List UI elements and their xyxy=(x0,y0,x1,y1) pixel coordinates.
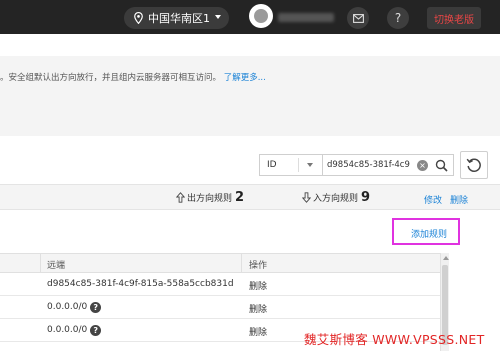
search-input[interactable] xyxy=(327,158,415,172)
table-row: d9854c85-381f-4c9f-815a-558a5ccb831d 删除 xyxy=(0,273,440,296)
region-selector[interactable]: 中国华南区1 xyxy=(124,7,229,29)
region-label: 中国华南区1 xyxy=(148,12,210,25)
help-icon[interactable]: ? xyxy=(90,325,102,336)
column-header-action: 操作 xyxy=(249,261,268,271)
help-button[interactable]: ? xyxy=(387,7,409,29)
remote-value: 0.0.0.0/0 xyxy=(47,325,88,335)
outbound-rules-label: 出方向规则 xyxy=(187,194,233,204)
column-divider xyxy=(40,254,41,272)
switch-old-version-button[interactable]: 切换老版 xyxy=(427,7,481,29)
info-text: 。安全组默认出方向放行，并且组内云服务器可相互访问。 了解更多... xyxy=(0,71,266,83)
column-header-remote: 远端 xyxy=(47,261,66,271)
table-header: 远端 操作 xyxy=(0,253,440,273)
remote-value: 0.0.0.0/0 xyxy=(47,302,88,312)
chevron-down-icon xyxy=(215,15,221,19)
arrow-up-icon xyxy=(176,192,185,203)
remote-cell: d9854c85-381f-4c9f-815a-558a5ccb831d xyxy=(47,279,234,289)
messages-button[interactable] xyxy=(347,7,369,29)
help-icon[interactable]: ? xyxy=(90,302,102,313)
scroll-up-icon[interactable] xyxy=(443,256,449,260)
arrow-down-icon xyxy=(302,192,311,203)
mail-icon xyxy=(352,13,364,23)
search-field-value: ID xyxy=(267,160,277,170)
chevron-down-icon xyxy=(307,163,313,167)
table-row: 0.0.0.0/0? 删除 xyxy=(0,296,440,319)
inbound-rules-label: 入方向规则 xyxy=(313,194,359,204)
watermark: 魏艾斯博客 WWW.VPSSS.NET xyxy=(304,332,485,347)
outbound-rules-stat[interactable]: 出方向规则 2 xyxy=(176,190,244,205)
delete-group-link[interactable]: 删除 xyxy=(450,193,468,206)
remote-cell: 0.0.0.0/0? xyxy=(47,325,102,336)
security-group-row: 出方向规则 2 入方向规则 9 修改 删除 xyxy=(0,184,500,210)
info-description: 。安全组默认出方向放行，并且组内云服务器可相互访问。 xyxy=(0,73,222,83)
username-blurred[interactable] xyxy=(278,13,334,22)
refresh-button[interactable] xyxy=(460,151,488,179)
refresh-icon xyxy=(466,158,481,172)
top-navigation-bar: 中国华南区1 ? 切换老版 xyxy=(0,0,500,34)
delete-rule-link[interactable]: 删除 xyxy=(249,279,267,292)
location-pin-icon xyxy=(134,12,143,24)
inbound-rules-count: 9 xyxy=(361,190,371,205)
search-icon[interactable] xyxy=(435,159,448,172)
user-avatar[interactable] xyxy=(249,4,273,28)
add-rule-link[interactable]: 添加规则 xyxy=(411,227,447,240)
help-icon: ? xyxy=(394,11,402,25)
select-divider xyxy=(298,158,299,172)
search-box: × xyxy=(322,154,454,176)
clear-icon[interactable]: × xyxy=(417,160,428,171)
inbound-rules-stat[interactable]: 入方向规则 9 xyxy=(302,190,370,205)
delete-rule-link[interactable]: 删除 xyxy=(249,302,267,315)
add-rule-highlight: 添加规则 xyxy=(392,218,460,245)
edit-group-link[interactable]: 修改 xyxy=(424,193,442,206)
column-divider xyxy=(241,254,242,272)
delete-rule-link[interactable]: 删除 xyxy=(249,325,267,338)
search-field-select[interactable]: ID xyxy=(259,154,323,176)
remote-cell: 0.0.0.0/0? xyxy=(47,302,102,313)
info-banner xyxy=(0,56,500,136)
outbound-rules-count: 2 xyxy=(235,190,245,205)
learn-more-link[interactable]: 了解更多... xyxy=(224,73,266,83)
